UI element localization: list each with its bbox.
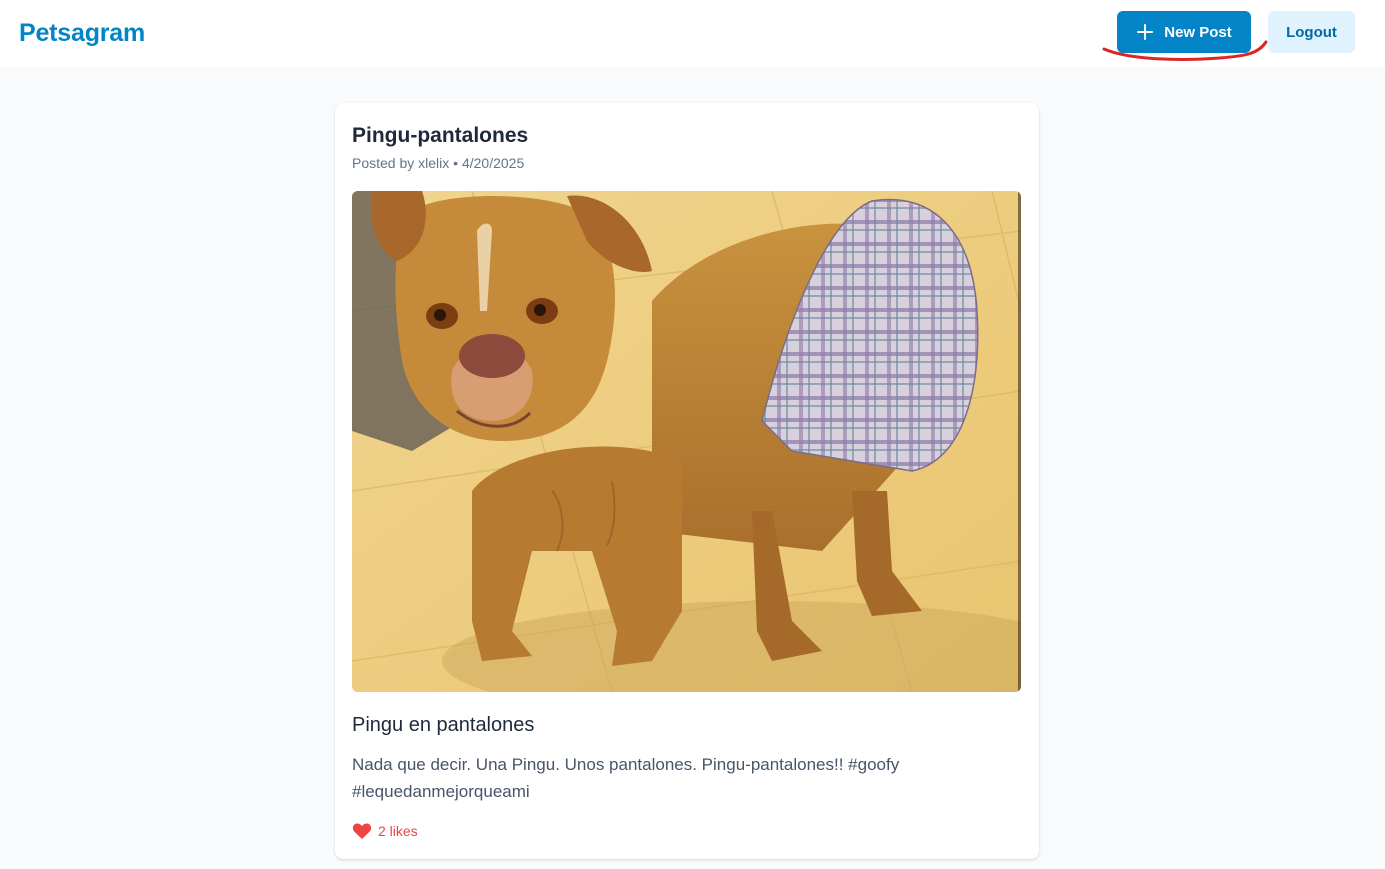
dog-in-pants-illustration	[352, 191, 1021, 692]
likes-count: 2 likes	[378, 823, 418, 839]
new-post-button[interactable]: New Post	[1117, 11, 1251, 53]
post-card: Pingu-pantalones Posted by xlelix • 4/20…	[335, 103, 1039, 859]
post-image[interactable]	[352, 191, 1021, 692]
brand-logo[interactable]: Petsagram	[19, 19, 145, 48]
post-title: Pingu-pantalones	[352, 124, 529, 147]
post-caption: Pingu en pantalones	[352, 714, 535, 736]
logout-button[interactable]: Logout	[1268, 11, 1355, 53]
new-post-label: New Post	[1164, 23, 1232, 41]
heart-icon	[352, 823, 372, 839]
like-button[interactable]: 2 likes	[352, 822, 418, 840]
post-meta: Posted by xlelix • 4/20/2025	[352, 155, 525, 171]
top-navbar: Petsagram New Post Logout	[0, 0, 1385, 67]
plus-icon	[1137, 24, 1154, 40]
post-description: Nada que decir. Una Pingu. Unos pantalon…	[352, 755, 900, 801]
